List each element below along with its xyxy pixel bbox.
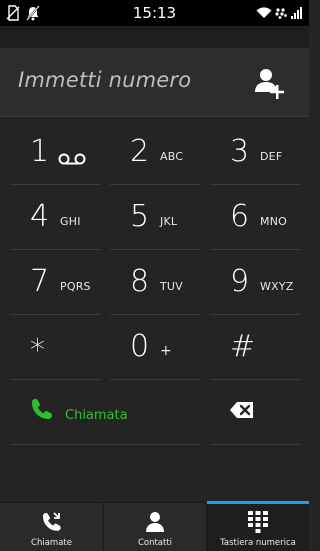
- call-label: Chiamata: [65, 408, 128, 423]
- tab-label: Contatti: [137, 538, 173, 548]
- key-digit: #: [230, 329, 256, 364]
- key-0[interactable]: 0 +: [110, 315, 200, 380]
- bottom-navigation: Chiamate Contatti Tastiera numerica: [0, 501, 309, 551]
- number-input-area[interactable]: Immetti numero: [0, 48, 309, 117]
- dialpad-icon: [248, 511, 268, 533]
- key-letters: WXYZ: [260, 280, 294, 293]
- status-bar: 15:13: [0, 0, 309, 26]
- tab-label: Tastiera numerica: [220, 538, 296, 548]
- number-input[interactable]: Immetti numero: [18, 68, 191, 92]
- key-digit: 5: [130, 199, 150, 234]
- key-digit: 6: [230, 199, 250, 234]
- tab-calls[interactable]: Chiamate: [0, 503, 104, 551]
- key-6[interactable]: 6 MNO: [210, 185, 300, 250]
- voicemail-icon: [58, 153, 86, 165]
- key-3[interactable]: 3 DEF: [210, 120, 300, 185]
- backspace-button[interactable]: [210, 380, 300, 445]
- key-digit: 4: [30, 199, 50, 234]
- key-9[interactable]: 9 WXYZ: [210, 250, 300, 315]
- active-tab-indicator: [207, 501, 309, 504]
- key-letters: TUV: [160, 280, 183, 293]
- key-digit: 8: [130, 264, 150, 299]
- key-letters: JKL: [160, 215, 178, 228]
- key-4[interactable]: 4 GHI: [10, 185, 100, 250]
- backspace-icon: [230, 402, 253, 418]
- key-digit: *: [30, 333, 45, 368]
- key-letters: +: [160, 343, 172, 359]
- key-letters: DEF: [260, 150, 283, 163]
- tab-contacts[interactable]: Contatti: [104, 503, 207, 551]
- key-digit: 9: [230, 264, 250, 299]
- key-5[interactable]: 5 JKL: [110, 185, 200, 250]
- key-digit: 7: [30, 264, 50, 299]
- wifi-icon: [256, 7, 272, 18]
- tab-dialpad[interactable]: Tastiera numerica: [207, 501, 309, 551]
- key-letters: ABC: [160, 150, 184, 163]
- key-7[interactable]: 7 PQRS: [10, 250, 100, 315]
- key-digit: 2: [130, 134, 150, 169]
- add-contact-icon[interactable]: [252, 66, 288, 102]
- key-1[interactable]: 1: [10, 120, 100, 185]
- key-8[interactable]: 8 TUV: [110, 250, 200, 315]
- tab-label: Chiamate: [31, 538, 72, 548]
- key-digit: 0: [130, 329, 150, 364]
- blackberry-icon: [275, 8, 287, 19]
- key-letters: PQRS: [60, 280, 91, 293]
- header-band: [0, 26, 309, 48]
- key-digit: 1: [30, 134, 50, 169]
- recent-calls-icon: [42, 512, 61, 531]
- key-star[interactable]: *: [10, 315, 100, 380]
- key-letters: GHI: [60, 215, 81, 228]
- contacts-icon: [146, 512, 164, 532]
- key-letters: MNO: [260, 215, 287, 228]
- key-digit: 3: [230, 134, 250, 169]
- key-hash[interactable]: #: [210, 315, 300, 380]
- signal-icon: [291, 7, 302, 19]
- key-2[interactable]: 2 ABC: [110, 120, 200, 185]
- phone-icon: [32, 399, 52, 419]
